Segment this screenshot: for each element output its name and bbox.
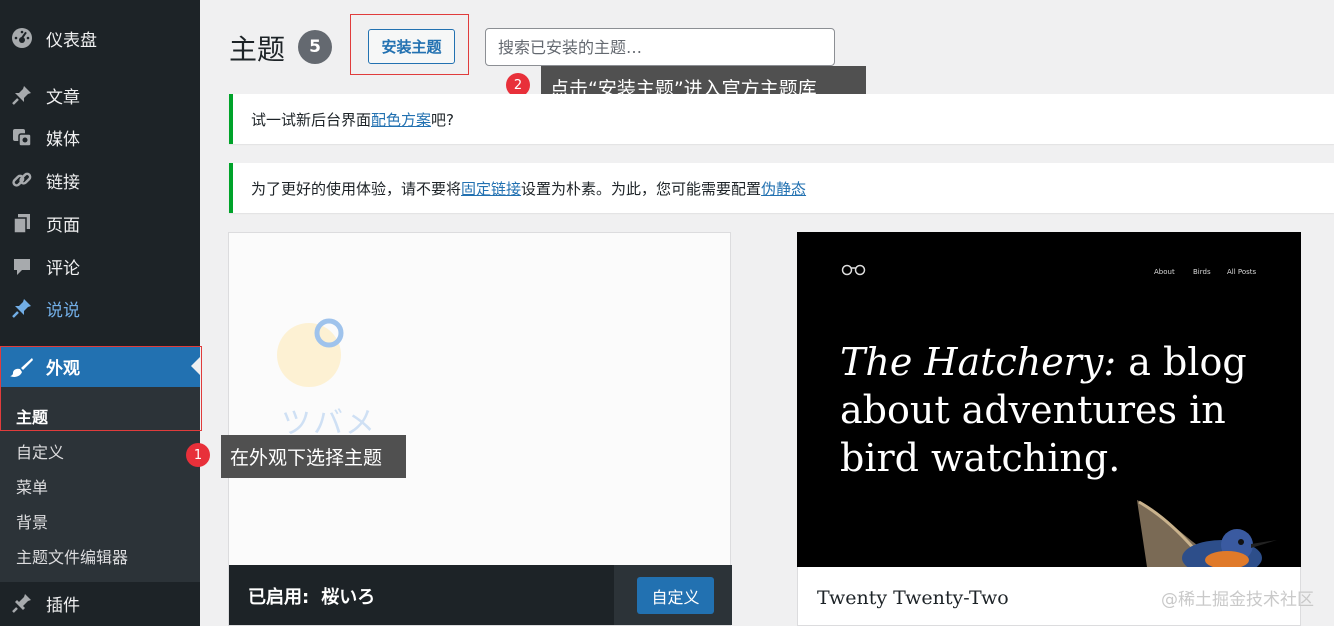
theme-count-badge: 5 xyxy=(298,30,332,64)
sidebar-item-media[interactable]: 媒体 xyxy=(0,117,200,157)
notice-text: 试一试新后台界面 xyxy=(251,110,372,129)
submenu-item-menus[interactable]: 菜单 xyxy=(16,474,48,498)
highlight-box-appearance xyxy=(0,346,202,431)
sidebar-item-dashboard[interactable]: 仪表盘 xyxy=(0,18,200,58)
active-theme-name: 桜いろ xyxy=(321,587,376,608)
screenshot-nav-birds: Birds xyxy=(1193,268,1211,276)
bird-illustration xyxy=(1137,500,1277,567)
screenshot-nav-about: About xyxy=(1154,268,1175,276)
active-prefix: 已启用: xyxy=(248,587,310,608)
customize-button[interactable]: 自定义 xyxy=(637,577,714,614)
search-themes-input[interactable] xyxy=(485,28,835,66)
theme-screenshot: ツバメ xyxy=(229,233,730,566)
sidebar-item-comments[interactable]: 评论 xyxy=(0,246,200,286)
step-1-marker: 1 xyxy=(186,443,210,467)
page-icon xyxy=(10,211,34,235)
install-theme-button[interactable]: 安装主题 xyxy=(368,29,455,64)
sidebar-item-label: 插件 xyxy=(46,595,80,616)
sidebar-item-label: 说说 xyxy=(46,300,80,321)
heading-italic: The Hatchery: xyxy=(840,340,1117,384)
dashboard-icon xyxy=(10,26,34,50)
theme-name: Twenty Twenty-Two xyxy=(817,587,1009,609)
notice-text: 设置为朴素。为此，您可能需要配置 xyxy=(521,179,762,198)
active-theme-label: 已启用: 桜いろ xyxy=(248,583,375,609)
sidebar-item-label: 页面 xyxy=(46,215,80,236)
sidebar-item-label: 仪表盘 xyxy=(46,30,97,51)
color-scheme-link[interactable]: 配色方案 xyxy=(371,109,431,130)
page-title: 主题 xyxy=(229,33,286,66)
sidebar-item-label: 媒体 xyxy=(46,129,80,150)
notice-text: 为了更好的使用体验，请不要将 xyxy=(251,179,462,198)
sidebar-item-plugins[interactable]: 插件 xyxy=(0,583,200,623)
sidebar-item-posts[interactable]: 文章 xyxy=(0,75,200,115)
plugin-icon xyxy=(10,591,34,615)
pin-icon xyxy=(10,296,34,320)
sidebar-item-label: 链接 xyxy=(46,172,80,193)
theme-logo-icon xyxy=(277,318,344,387)
sidebar-item-shuoshuo[interactable]: 说说 xyxy=(0,288,200,328)
sidebar-item-label: 评论 xyxy=(46,258,80,279)
submenu-item-theme-editor[interactable]: 主题文件编辑器 xyxy=(16,544,128,568)
rewrite-link[interactable]: 伪静态 xyxy=(761,178,806,199)
watermark: @稀土掘金技术社区 xyxy=(1161,590,1314,610)
notice-text: 吧? xyxy=(431,110,454,129)
binoculars-icon xyxy=(841,264,866,276)
comment-icon xyxy=(10,254,34,278)
notice-color-scheme: 试一试新后台界面 配色方案 吧? xyxy=(229,94,1334,144)
permalinks-link[interactable]: 固定链接 xyxy=(461,178,521,199)
media-icon xyxy=(10,125,34,149)
notice-permalinks: 为了更好的使用体验，请不要将 固定链接 设置为朴素。为此，您可能需要配置 伪静态 xyxy=(229,163,1334,213)
theme-screenshot: About Birds All Posts The Hatchery: a bl… xyxy=(797,232,1301,567)
screenshot-heading: The Hatchery: a blog about adventures in… xyxy=(840,338,1280,482)
step-1-tooltip: 在外观下选择主题 xyxy=(221,435,406,478)
screenshot-nav-allposts: All Posts xyxy=(1227,268,1257,276)
theme-card-twentytwentytwo[interactable]: About Birds All Posts The Hatchery: a bl… xyxy=(797,232,1301,626)
admin-sidebar: 仪表盘 文章 媒体 链接 页面 评论 说说 外观 主题 自定义 菜单 背景 主题… xyxy=(0,0,200,626)
pin-icon xyxy=(10,83,34,107)
theme-card-footer: 已启用: 桜いろ 自定义 xyxy=(229,565,732,625)
link-icon xyxy=(10,168,34,192)
sidebar-item-label: 文章 xyxy=(46,87,80,108)
sidebar-item-links[interactable]: 链接 xyxy=(0,160,200,200)
submenu-item-background[interactable]: 背景 xyxy=(16,509,48,533)
sidebar-item-pages[interactable]: 页面 xyxy=(0,203,200,243)
theme-card-active[interactable]: ツバメ 已启用: 桜いろ 自定义 xyxy=(228,232,732,626)
submenu-item-customize[interactable]: 自定义 xyxy=(16,439,64,463)
